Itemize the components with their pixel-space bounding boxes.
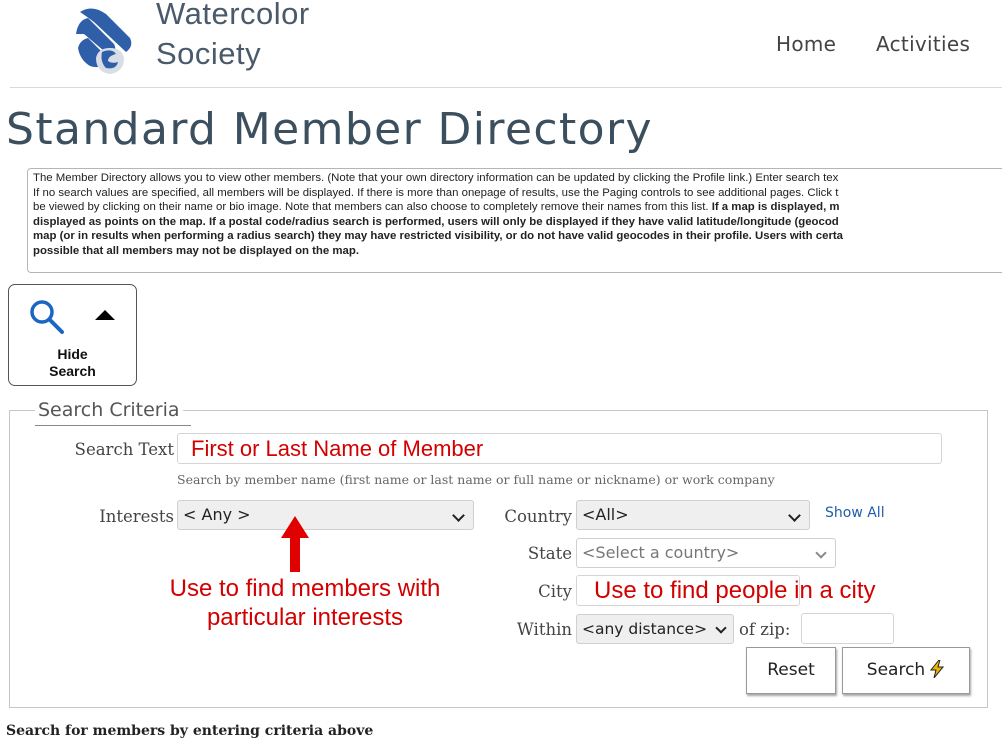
info-line: be viewed by clicking on their name or b… xyxy=(33,200,1002,215)
within-distance-select[interactable]: <any distance> xyxy=(576,614,734,644)
info-line: map (or in results when performing a rad… xyxy=(33,229,1002,244)
info-line-bold: possible that all members may not be dis… xyxy=(33,244,359,257)
of-zip-label: of zip: xyxy=(739,620,791,639)
nav-activities-link[interactable]: Activities xyxy=(876,32,970,56)
show-all-link[interactable]: Show All xyxy=(825,505,885,521)
search-button[interactable]: Search xyxy=(842,647,970,694)
info-line: possible that all members may not be dis… xyxy=(33,244,1002,259)
country-select[interactable]: <All> xyxy=(576,500,810,530)
info-line: The Member Directory allows you to view … xyxy=(33,172,839,184)
state-label: State xyxy=(527,544,572,563)
directory-info-box: The Member Directory allows you to view … xyxy=(27,168,1002,273)
interests-annotation: Use to find members with particular inte… xyxy=(145,574,465,632)
within-label: Within xyxy=(516,620,572,639)
reset-button[interactable]: Reset xyxy=(746,647,836,694)
interests-select[interactable]: < Any > xyxy=(177,500,474,530)
info-line-bold: map (or in results when performing a rad… xyxy=(33,230,844,242)
caret-up-icon xyxy=(95,310,115,320)
info-line-bold: displayed as points on the map. If a pos… xyxy=(33,215,839,228)
arrow-up-icon xyxy=(281,516,309,572)
search-button-label: Search xyxy=(866,660,926,680)
interests-annotation-line: particular interests xyxy=(206,604,404,631)
search-criteria-legend: Search Criteria xyxy=(35,399,183,421)
lightning-icon xyxy=(930,660,945,678)
search-text-label: Search Text xyxy=(74,440,174,459)
directory-info-text: The Member Directory allows you to view … xyxy=(33,171,1002,258)
info-line: displayed as points on the map. If a pos… xyxy=(33,215,1002,230)
legend-underline xyxy=(35,425,191,426)
country-select-value: <All> xyxy=(582,505,629,524)
hide-search-button[interactable]: Hide Search xyxy=(8,284,137,386)
search-status-text: Search for members by entering criteria … xyxy=(6,723,374,739)
interests-label: Interests xyxy=(99,507,174,526)
chevron-down-icon xyxy=(715,622,727,634)
state-select-value: <Select a country> xyxy=(582,543,740,562)
logo-text-line1: Watercolor xyxy=(156,0,310,31)
chevron-down-icon xyxy=(815,547,827,559)
nav-home-link[interactable]: Home xyxy=(776,32,836,56)
within-select-value: <any distance> xyxy=(582,620,708,638)
hide-search-label: Hide Search xyxy=(9,346,136,380)
state-select[interactable]: <Select a country> xyxy=(576,538,836,568)
page-title: Standard Member Directory xyxy=(6,104,653,155)
chevron-down-icon xyxy=(452,509,465,522)
interests-select-value: < Any > xyxy=(183,505,251,524)
search-text-hint: Search by member name (first name or las… xyxy=(177,472,775,487)
header-divider xyxy=(10,87,1002,88)
logo-text-line2: Society xyxy=(156,36,262,71)
logo-mark[interactable] xyxy=(72,4,144,76)
search-text-annotation: First or Last Name of Member xyxy=(191,436,484,461)
info-line: If no search values are specified, all m… xyxy=(33,186,839,199)
info-line-plain: be viewed by clicking on their name or b… xyxy=(33,201,712,213)
interests-annotation-line: Use to find members with xyxy=(169,575,441,602)
country-label: Country xyxy=(504,507,572,526)
chevron-down-icon xyxy=(788,509,801,522)
hide-search-label-line: Hide xyxy=(57,346,88,362)
reset-button-label: Reset xyxy=(767,660,815,680)
city-annotation: Use to find people in a city xyxy=(594,577,876,604)
zip-input[interactable] xyxy=(801,613,894,644)
city-label: City xyxy=(538,582,572,601)
info-line-bold: If a map is displayed, m xyxy=(711,201,840,213)
hide-search-label-line: Search xyxy=(49,363,96,379)
search-icon xyxy=(30,300,64,334)
